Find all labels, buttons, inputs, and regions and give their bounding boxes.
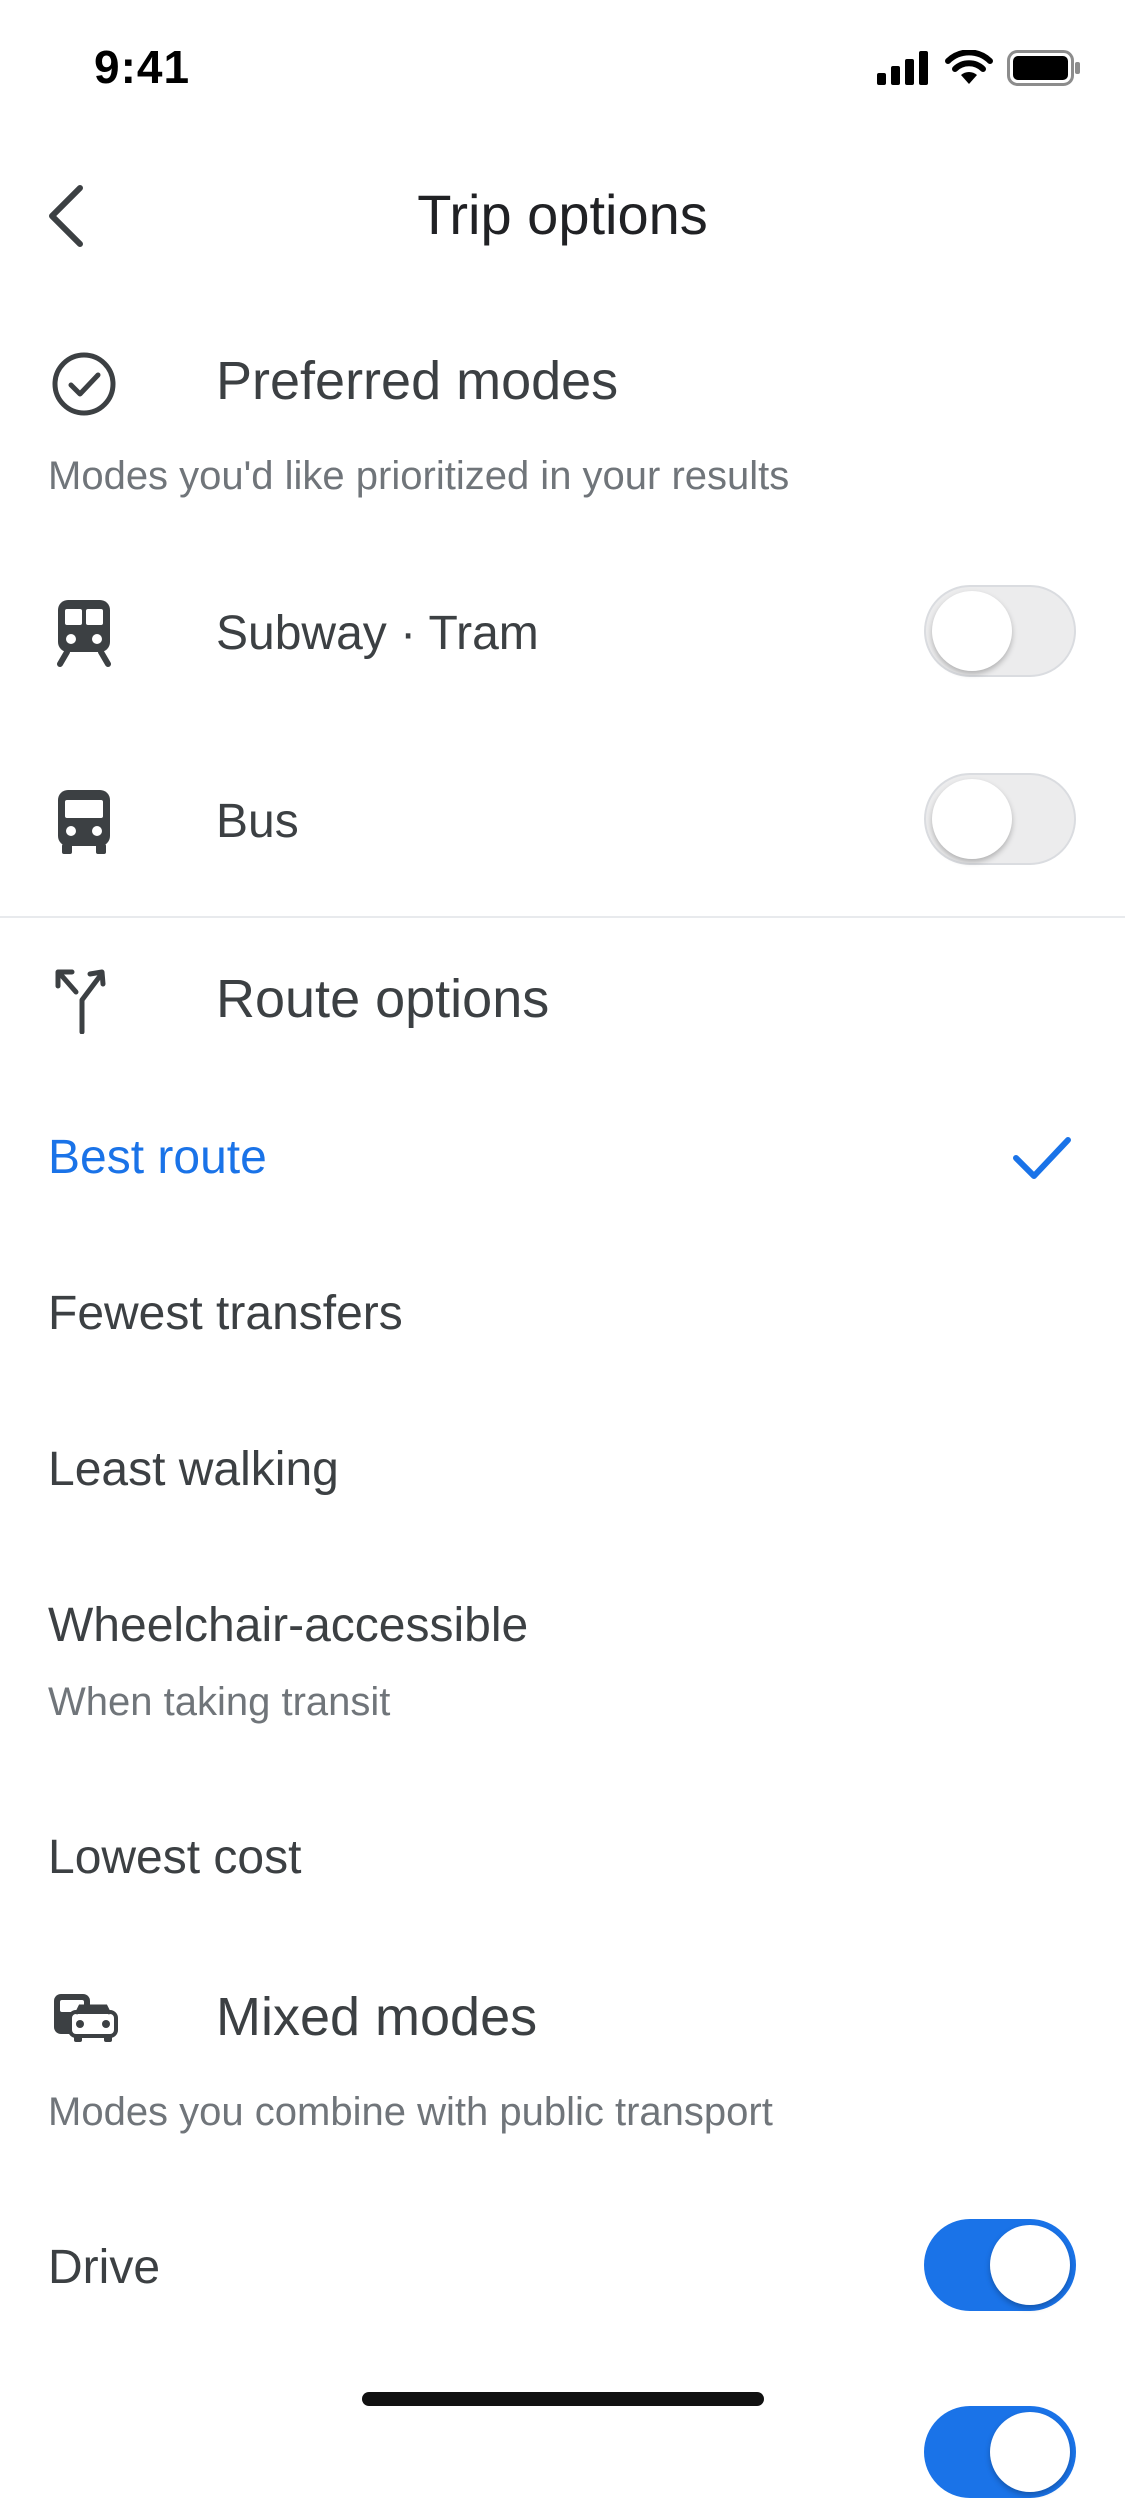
toggle-knob (990, 2225, 1070, 2305)
battery-icon (1007, 50, 1080, 86)
toggle-knob (932, 779, 1012, 859)
drive-toggle[interactable] (924, 2219, 1076, 2311)
check-circle-icon (48, 348, 120, 420)
section-divider (0, 916, 1125, 918)
preferred-modes-subtitle: Modes you'd like prioritized in your res… (48, 454, 790, 498)
drive-label: Drive (48, 2241, 161, 2294)
bus-toggle[interactable] (924, 773, 1076, 865)
subway-icon (52, 596, 116, 668)
mixed-modes-title: Mixed modes (216, 1987, 538, 2047)
toggle-knob (990, 2412, 1070, 2492)
preferred-modes-title: Preferred modes (216, 351, 619, 411)
checkmark-icon (1010, 1130, 1074, 1186)
route-option-lowest-cost[interactable]: Lowest cost (48, 1830, 301, 1885)
bus-icon (52, 786, 116, 858)
bus-label: Bus (216, 795, 299, 848)
route-option-wheelchair-accessible[interactable]: Wheelchair-accessible (48, 1598, 528, 1653)
transit-car-icon (50, 1980, 122, 2052)
route-option-least-walking[interactable]: Least walking (48, 1442, 339, 1497)
route-option-best-route[interactable]: Best route (48, 1130, 267, 1185)
toggle-knob (932, 591, 1012, 671)
wifi-icon (945, 50, 993, 84)
subway-tram-toggle[interactable] (924, 585, 1076, 677)
home-indicator (362, 2392, 764, 2406)
route-option-fewest-transfers[interactable]: Fewest transfers (48, 1286, 403, 1341)
status-icons (877, 50, 1081, 86)
signal-icon (877, 51, 928, 85)
status-time: 9:41 (94, 41, 191, 93)
page-title: Trip options (417, 183, 708, 246)
subway-tram-label: Subway · Tram (216, 607, 539, 660)
wheelchair-sublabel: When taking transit (48, 1680, 391, 1724)
fork-route-icon (48, 962, 120, 1035)
route-options-title: Route options (216, 969, 550, 1029)
mixed-modes-subtitle: Modes you combine with public transport (48, 2090, 773, 2134)
next-mode-toggle[interactable] (924, 2406, 1076, 2498)
